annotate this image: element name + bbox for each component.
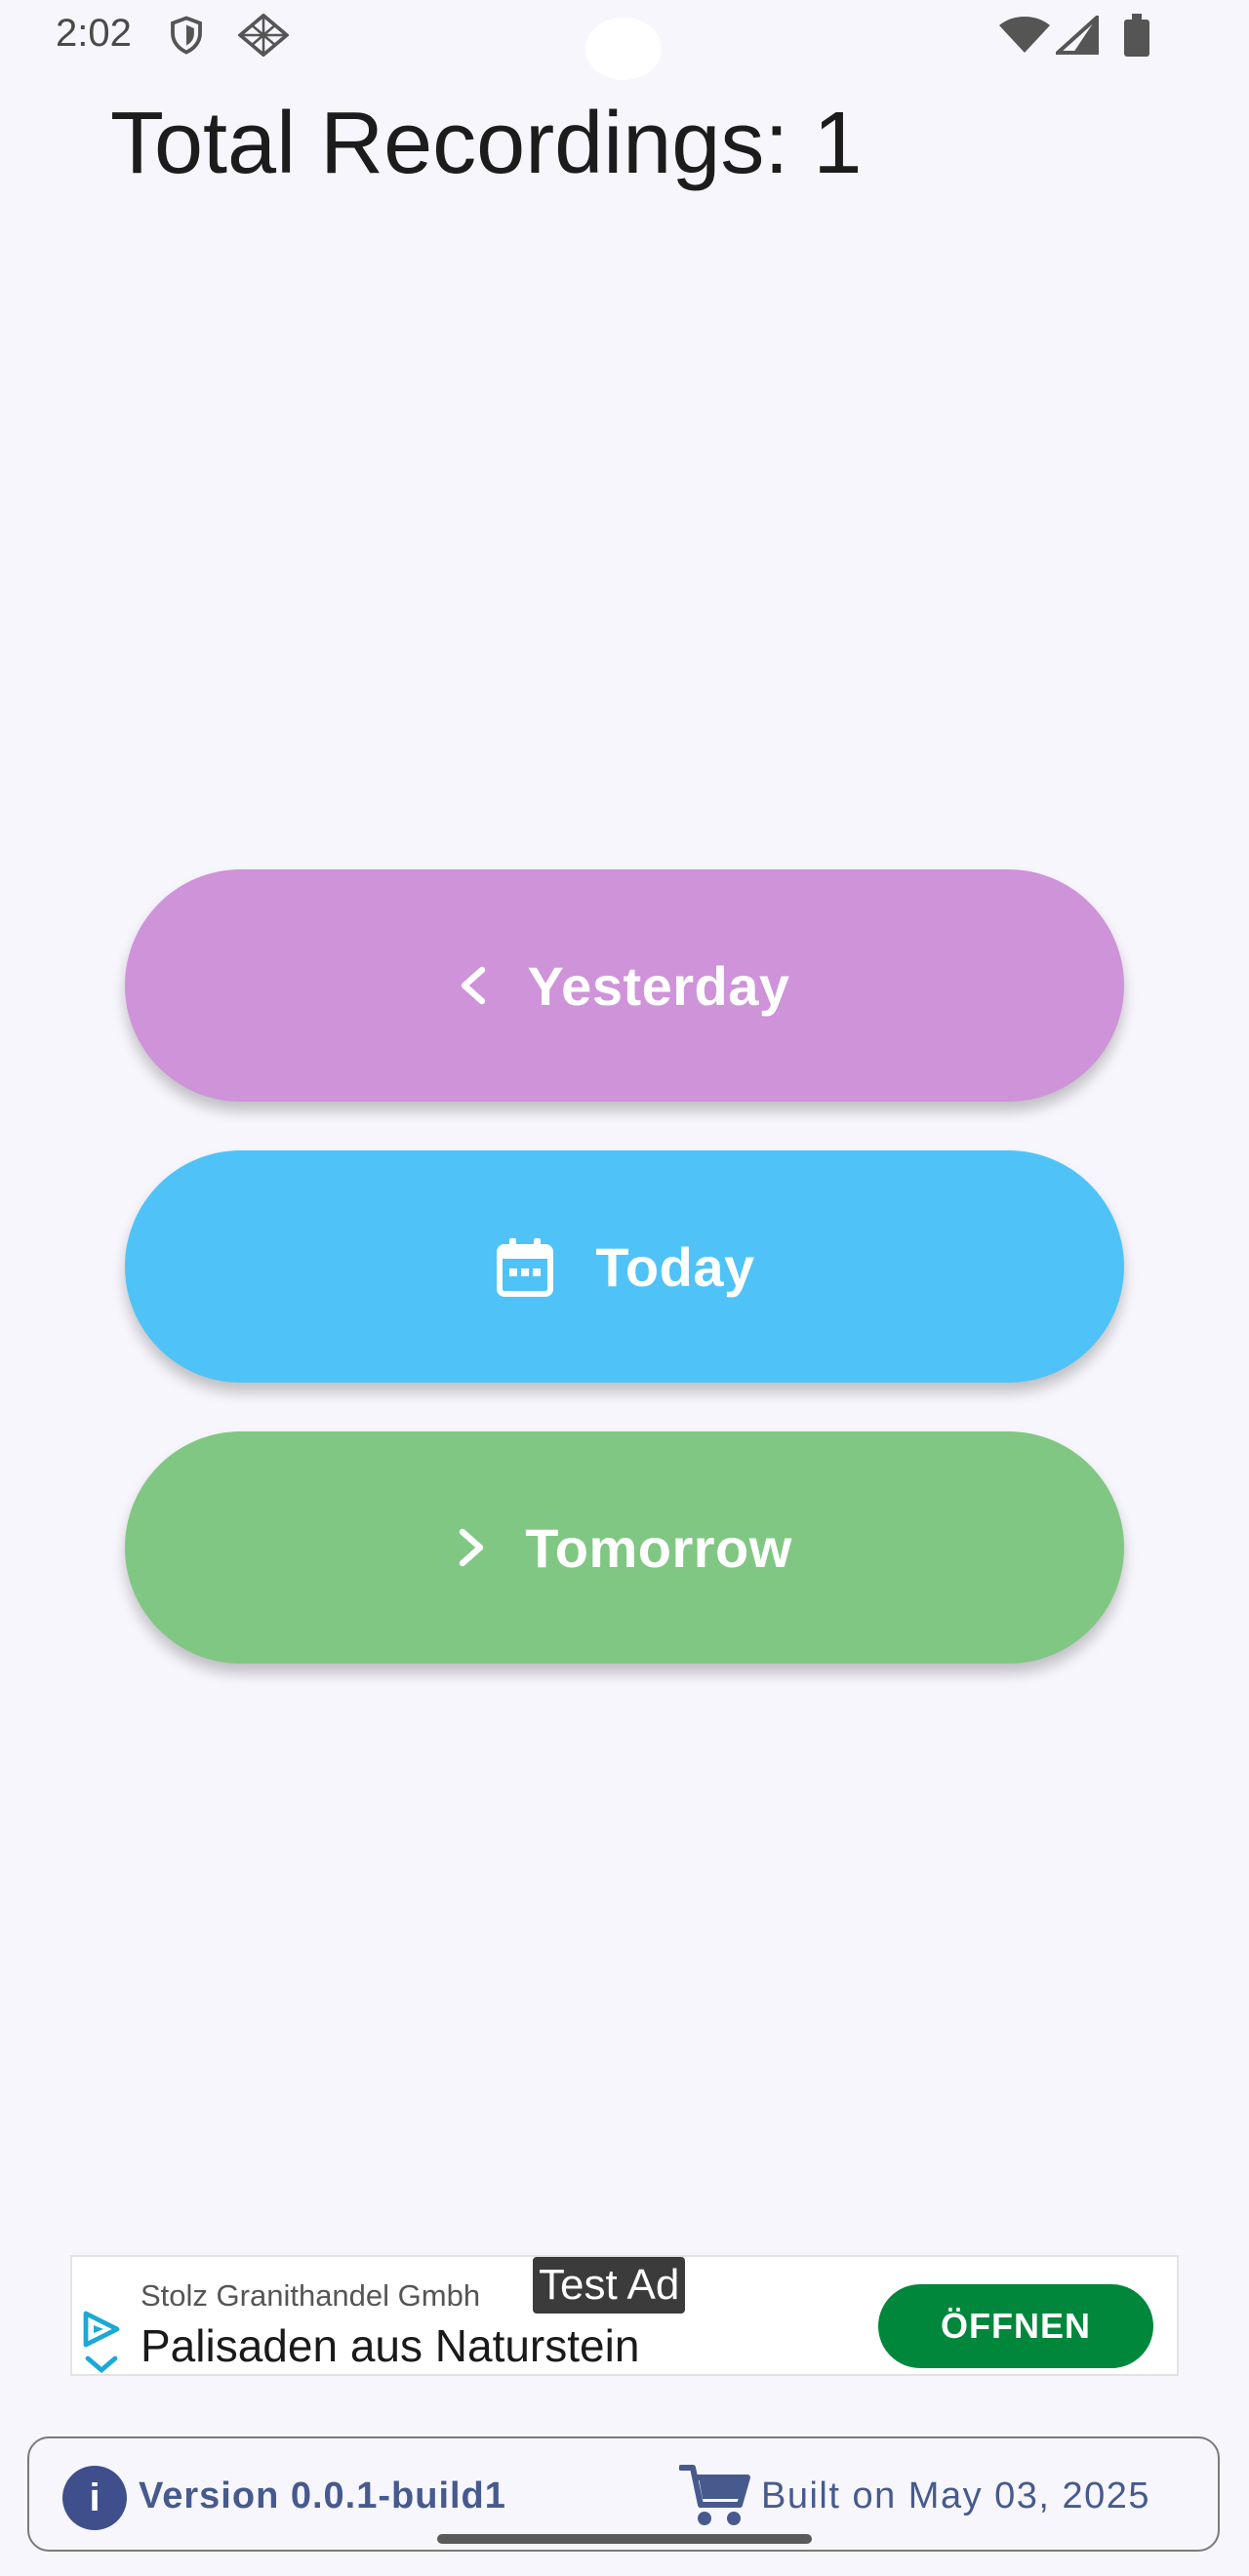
camera-cutout [585,18,662,80]
wifi-icon [997,16,1052,60]
ad-headline: Palisaden aus Naturstein [141,2320,640,2371]
status-bar: 2:02 [0,0,1249,80]
version-text: Version 0.0.1-build1 [139,2475,506,2516]
tomorrow-button-label: Tomorrow [525,1516,792,1579]
battery-icon [1122,14,1151,61]
chevron-left-icon [459,966,488,1005]
built-date-text: Built on May 03, 2025 [761,2475,1151,2516]
yesterday-button[interactable]: Yesterday [125,869,1124,1102]
chevron-right-icon [457,1528,486,1567]
ad-choices-icon[interactable] [80,2310,123,2374]
yesterday-button-label: Yesterday [527,954,790,1017]
signal-icon [1052,13,1099,60]
today-button[interactable]: Today [125,1150,1124,1383]
app-screen: 2:02 Total Recordings: 1 Yesterday Today [0,0,1249,2576]
ad-open-button[interactable]: ÖFFNEN [878,2284,1153,2368]
home-indicator[interactable] [437,2534,812,2544]
ad-banner[interactable]: Stolz Granithandel Gmbh Palisaden aus Na… [70,2255,1179,2376]
test-ad-badge: Test Ad [533,2257,686,2314]
shield-icon [166,14,207,61]
tomorrow-button[interactable]: Tomorrow [125,1431,1124,1664]
info-icon[interactable]: i [62,2466,127,2530]
diamond-grid-icon [237,13,290,61]
calendar-icon [494,1235,556,1298]
ad-advertiser: Stolz Granithandel Gmbh [141,2278,481,2313]
status-time: 2:02 [56,12,132,55]
today-button-label: Today [595,1235,755,1298]
cart-icon[interactable] [678,2462,751,2533]
total-recordings-title: Total Recordings: 1 [110,95,863,192]
